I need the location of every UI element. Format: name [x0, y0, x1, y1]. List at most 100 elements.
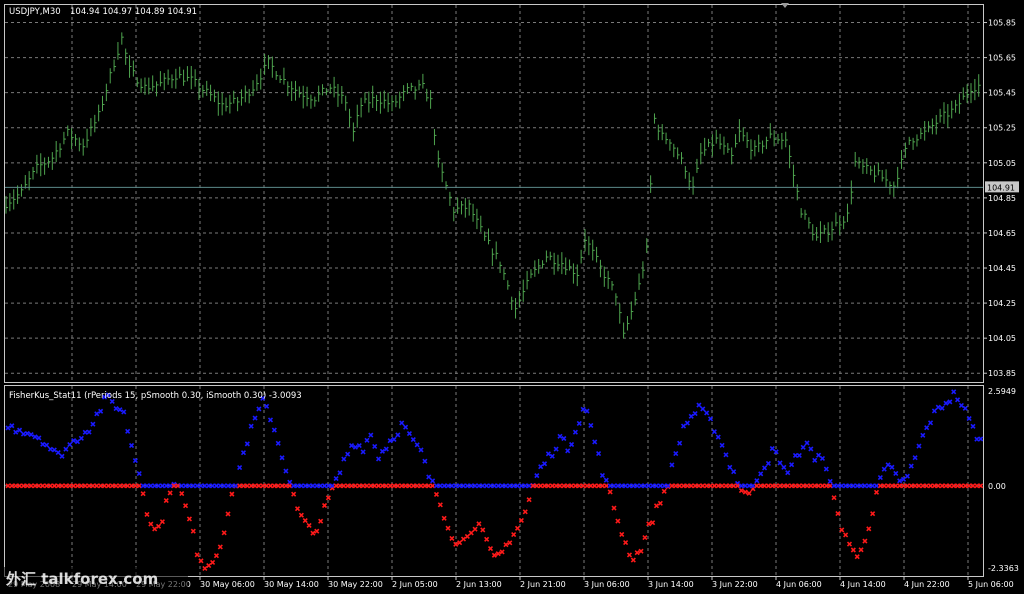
- price-bar: [240, 89, 244, 106]
- indicator-point-positive: [422, 458, 428, 464]
- price-axis-labels: 105.85 105.65 105.45 105.25 105.05 104.85 104.…: [983, 19, 1016, 378]
- indicator-point-positive: [789, 462, 795, 468]
- price-bar: [827, 222, 831, 243]
- price-tick: 105.85: [983, 19, 1016, 28]
- price-bar: [341, 85, 344, 104]
- indicator-point-positive: [935, 404, 941, 410]
- price-bar: [727, 143, 730, 153]
- indicator-point-positive: [333, 476, 339, 482]
- price-bar: [511, 296, 514, 310]
- price-bar: [626, 316, 630, 331]
- price-bar: [337, 83, 340, 107]
- indicator-point-negative: [846, 541, 853, 547]
- price-tick-label: 105.05: [988, 159, 1016, 168]
- indicator-point-negative: [835, 510, 841, 517]
- price-bar: [545, 250, 549, 263]
- price-bar: [283, 67, 286, 85]
- price-bar: [731, 147, 734, 165]
- price-bar: [225, 97, 229, 112]
- price-bar: [67, 125, 70, 137]
- price-bar: [59, 143, 63, 158]
- price-bar: [167, 69, 171, 85]
- price-bar: [580, 249, 584, 264]
- price-bar: [98, 104, 101, 122]
- indicator-point-positive: [954, 397, 961, 403]
- indicator-point-positive: [816, 452, 822, 458]
- price-bar: [217, 91, 221, 116]
- price-bar: [121, 32, 124, 45]
- indicator-point-positive: [692, 410, 698, 417]
- indicator-point-positive: [947, 399, 953, 405]
- time-tick: 3 Jun 06:00: [583, 576, 630, 589]
- time-tick-label: 30 May 22:00: [328, 580, 383, 589]
- indicator-point-positive: [785, 470, 791, 476]
- price-bar: [90, 118, 93, 137]
- indicator-point-positive: [341, 456, 347, 462]
- price-bar: [943, 102, 946, 124]
- time-tick-label: 30 May 14:00: [264, 580, 319, 589]
- price-bar: [592, 239, 595, 261]
- price-bar: [488, 228, 491, 245]
- indicator-point-positive: [426, 474, 432, 480]
- price-bar: [376, 94, 379, 112]
- price-tick: 104.65: [983, 229, 1016, 238]
- price-bar: [206, 80, 209, 96]
- indicator-point-positive: [414, 442, 420, 448]
- indicator-point-negative: [484, 536, 490, 542]
- indicator-point-positive: [827, 478, 833, 484]
- price-bar: [379, 91, 383, 114]
- price-bar: [534, 260, 537, 277]
- price-bar: [314, 96, 317, 107]
- indicator-point-positive: [63, 446, 69, 452]
- indicator-point-negative: [294, 506, 301, 512]
- price-bar: [765, 136, 769, 150]
- price-bar: [372, 85, 375, 109]
- indicator-point-positive: [47, 446, 54, 452]
- price-bar: [916, 134, 919, 147]
- price-bar: [5, 195, 8, 214]
- indicator-point-negative: [653, 503, 660, 509]
- indicator-point-positive: [684, 420, 690, 426]
- indicator-point-negative: [831, 495, 837, 501]
- indicator-point-positive: [337, 470, 343, 476]
- indicator-point-positive: [974, 436, 980, 442]
- price-bar: [298, 86, 302, 98]
- indicator-point-positive: [916, 443, 922, 449]
- price-bar: [190, 65, 194, 90]
- indicator-tick-label: 0.00: [988, 482, 1006, 491]
- price-bar: [40, 153, 43, 177]
- indicator-point-positive: [360, 449, 366, 455]
- indicator-point-positive: [715, 434, 721, 440]
- price-bar: [754, 140, 757, 157]
- price-bar: [831, 221, 835, 241]
- price-bar: [978, 74, 981, 97]
- price-bar: [893, 181, 896, 197]
- indicator-point-positive: [395, 432, 401, 438]
- indicator-point-negative: [206, 562, 212, 569]
- price-bar: [179, 66, 182, 79]
- indicator-point-negative: [650, 520, 656, 526]
- price-bar: [94, 114, 97, 133]
- indicator-point-negative: [217, 544, 223, 550]
- indicator-point-positive: [596, 450, 602, 457]
- indicator-point-positive: [885, 462, 891, 468]
- price-bar: [862, 159, 865, 174]
- price-bar: [808, 217, 811, 229]
- price-bar: [295, 80, 298, 101]
- indicator-point-positive: [754, 478, 760, 484]
- indicator-point-positive: [248, 423, 254, 429]
- indicator-point-positive: [943, 400, 949, 406]
- price-bar: [460, 200, 464, 215]
- price-bar: [962, 87, 966, 100]
- price-bar: [789, 145, 792, 169]
- price-bar: [368, 91, 371, 113]
- price-bar: [499, 261, 503, 274]
- indicator-point-positive: [796, 452, 802, 459]
- price-bar: [704, 137, 707, 156]
- indicator-point-positive: [348, 443, 355, 449]
- price-bar: [557, 254, 560, 272]
- price-bar: [414, 86, 418, 100]
- indicator-points: [5, 389, 984, 572]
- indicator-point-negative: [229, 491, 235, 497]
- price-bar: [148, 77, 151, 95]
